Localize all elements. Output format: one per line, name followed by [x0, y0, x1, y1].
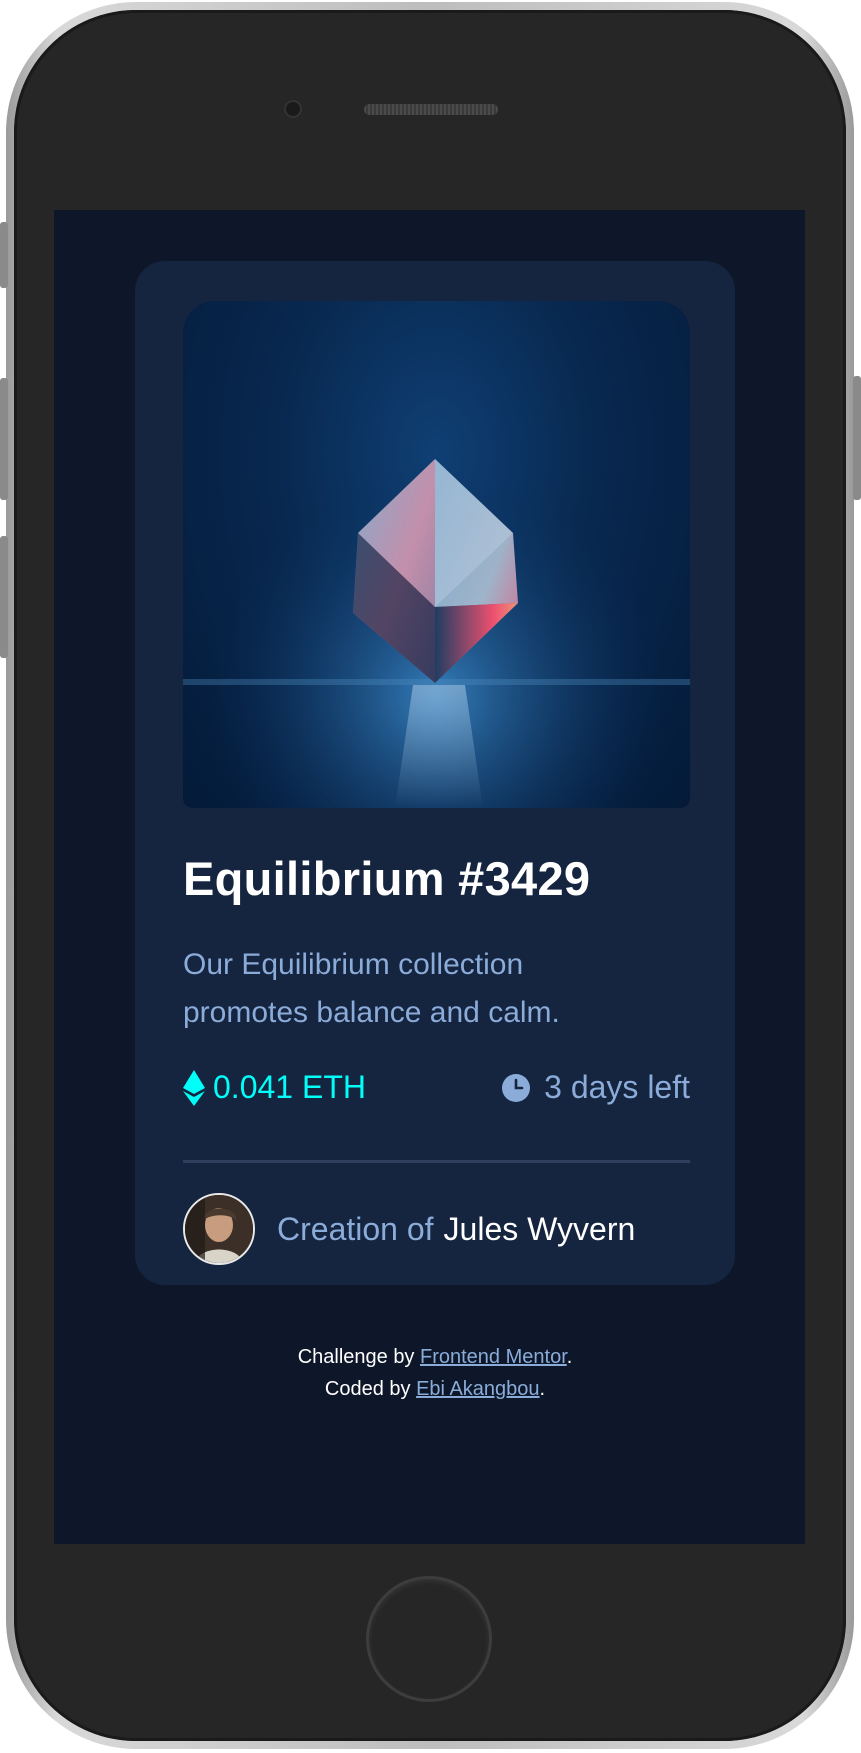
ethereum-icon	[183, 1069, 205, 1106]
coded-period: .	[539, 1378, 546, 1400]
front-camera	[286, 102, 300, 116]
challenge-line: Challenge by Frontend Mentor.	[135, 1341, 735, 1373]
challenge-prefix: Challenge by	[297, 1346, 415, 1368]
attribution: Challenge by Frontend Mentor. Coded by E…	[135, 1341, 735, 1405]
coded-prefix: Coded by	[324, 1378, 411, 1400]
power-button	[853, 376, 861, 500]
nft-card: Equilibrium #3429 Our Equilibrium collec…	[135, 261, 735, 1400]
home-button[interactable]	[366, 1576, 492, 1702]
volume-down-button	[0, 536, 8, 658]
nft-description: Our Equilibrium collection promotes bala…	[183, 948, 560, 1029]
phone-frame: Equilibrium #3429 Our Equilibrium collec…	[0, 0, 861, 1753]
earpiece-speaker	[364, 104, 498, 115]
creator-prefix: Creation of	[277, 1210, 434, 1247]
creator-row: Creation of Jules Wyvern	[183, 1193, 635, 1265]
silent-switch	[0, 222, 8, 288]
cube-illustration	[183, 301, 690, 808]
challenge-period: .	[566, 1346, 573, 1368]
nft-title[interactable]: Equilibrium #3429	[183, 851, 590, 906]
card-divider	[183, 1160, 690, 1163]
equilibrium-image[interactable]	[183, 301, 690, 808]
time-left-info: 3 days left	[502, 1069, 690, 1106]
price-value: 0.041 ETH	[213, 1069, 366, 1105]
frontend-mentor-link[interactable]: Frontend Mentor	[420, 1346, 567, 1368]
price-info: 0.041 ETH	[183, 1069, 366, 1106]
author-link[interactable]: Ebi Akangbou	[416, 1378, 539, 1400]
creator-name-link[interactable]: Jules Wyvern	[444, 1211, 636, 1248]
coded-line: Coded by Ebi Akangbou.	[135, 1373, 735, 1405]
screen: Equilibrium #3429 Our Equilibrium collec…	[54, 210, 805, 1544]
creator-avatar	[183, 1193, 255, 1265]
volume-up-button	[0, 378, 8, 500]
clock-icon	[502, 1073, 531, 1102]
time-left-value: 3 days left	[544, 1069, 690, 1105]
